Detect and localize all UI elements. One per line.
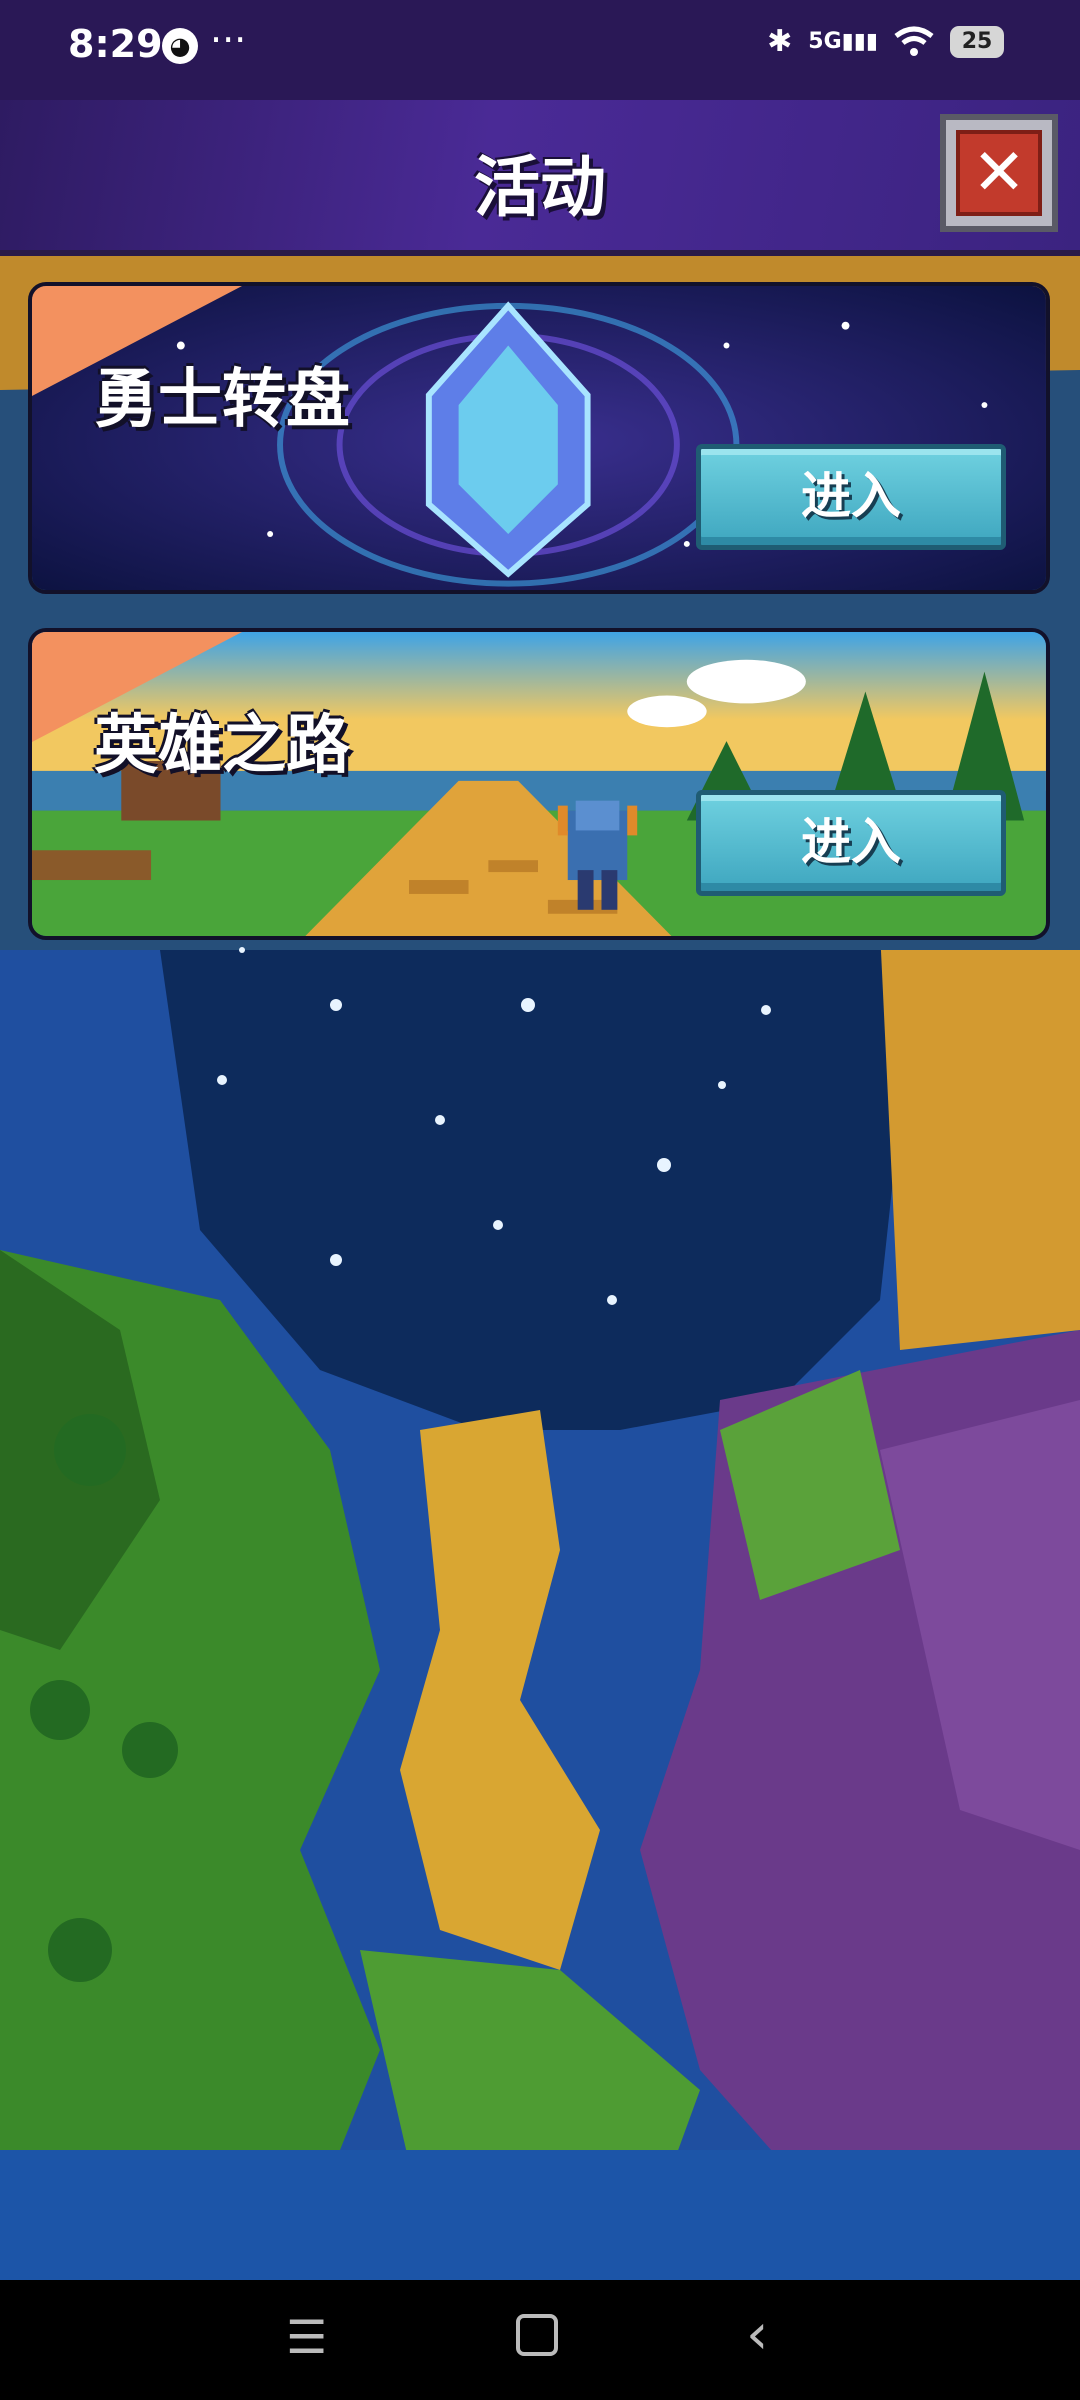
battery-indicator: 25 bbox=[950, 25, 1004, 58]
close-button[interactable]: ✕ bbox=[940, 114, 1058, 232]
activity-title: 勇士转盘 bbox=[94, 363, 350, 437]
page-title: 活动 bbox=[474, 149, 606, 226]
qq-penguin-icon: ◕ bbox=[162, 28, 198, 64]
more-notifications-icon: ··· bbox=[210, 18, 247, 62]
enter-button[interactable]: 进入 bbox=[696, 790, 1006, 896]
activity-title: 英雄之路 bbox=[94, 709, 350, 783]
signal-5g-icon: 5G▮▮▮ bbox=[808, 29, 878, 54]
close-icon: ✕ bbox=[956, 130, 1042, 216]
enter-button[interactable]: 进入 bbox=[696, 444, 1006, 550]
system-nav-bar: ☰ ‹ bbox=[0, 2280, 1080, 2400]
bluetooth-icon: ✱ bbox=[767, 24, 793, 59]
menu-icon[interactable]: ☰ bbox=[286, 2310, 327, 2364]
page-header: 活动 ✕ bbox=[0, 100, 1080, 256]
activity-card-warrior-wheel[interactable]: 勇士转盘 进入 bbox=[28, 282, 1050, 594]
back-icon[interactable]: ‹ bbox=[746, 2302, 768, 2367]
status-bar: 8:29 ◕ ··· ✱ 5G▮▮▮ 25 bbox=[0, 0, 1080, 100]
status-icons: ✱ 5G▮▮▮ 25 bbox=[767, 24, 1004, 59]
home-icon[interactable] bbox=[516, 2314, 558, 2356]
activity-card-hero-road[interactable]: 英雄之路 进入 bbox=[28, 628, 1050, 940]
wifi-icon bbox=[894, 26, 934, 56]
status-time: 8:29 bbox=[68, 22, 163, 66]
